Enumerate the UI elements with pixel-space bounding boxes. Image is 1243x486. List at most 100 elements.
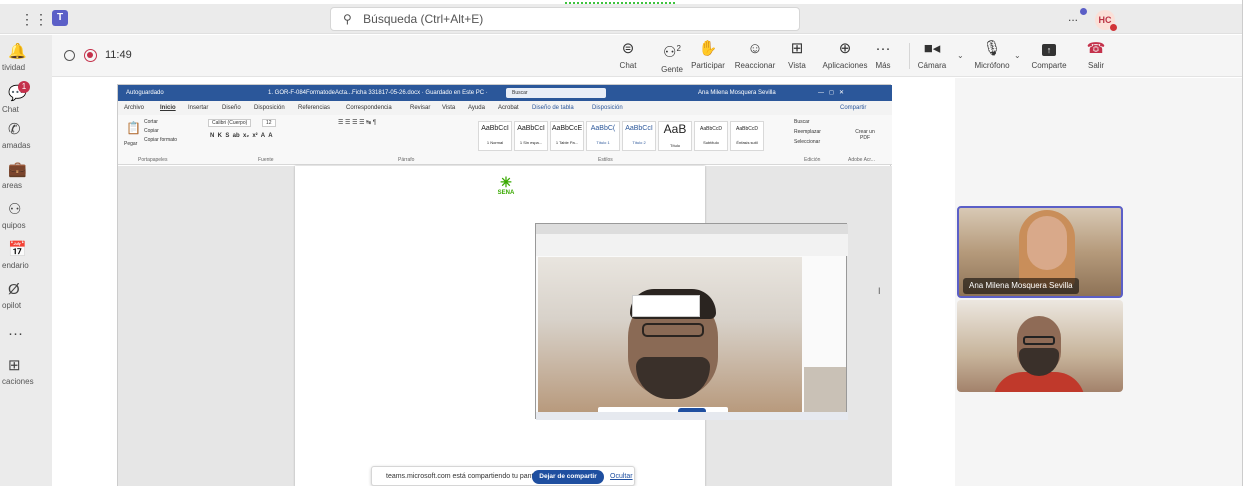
paste-icon[interactable]: 📋	[126, 121, 141, 135]
find-button[interactable]: Buscar	[794, 119, 810, 125]
rail-item-more[interactable]: ···	[0, 325, 52, 343]
share-toast-text: teams.microsoft.com está compartiendo tu…	[386, 473, 547, 480]
rail-item-chat[interactable]: 💬 1 Chat	[0, 81, 52, 115]
menu-insertar[interactable]: Insertar	[188, 101, 208, 115]
cut-label[interactable]: Cortar	[144, 119, 158, 125]
participant-beard	[636, 357, 710, 399]
style-titulo[interactable]: AaB Título	[658, 121, 692, 151]
group-adobe: Adobe Acr...	[848, 157, 875, 163]
leave-button[interactable]: ☎ Salir	[1075, 39, 1117, 70]
meeting-timer: 11:49	[105, 49, 132, 61]
camera-options-chevron-icon[interactable]: ⌄	[957, 51, 964, 60]
word-title-bar: Autoguardado 1. GOR-F-084FormatodeActa..…	[118, 85, 892, 101]
menu-revisar[interactable]: Revisar	[410, 101, 430, 115]
word-user-name: Ana Milena Mosquera Sevilla	[698, 90, 776, 96]
rail-item-activity[interactable]: 🔔 tividad	[0, 43, 52, 73]
rail-item-tasks[interactable]: 💼 areas	[0, 161, 52, 191]
style-table-pa[interactable]: AaBbCcE 1 Table Pa...	[550, 121, 584, 151]
replace-button[interactable]: Reemplazar	[794, 129, 821, 135]
compartir-button[interactable]: Compartir	[840, 101, 866, 115]
hang-up-icon: ☎	[1086, 40, 1106, 57]
screen-share-toast: teams.microsoft.com está compartiendo tu…	[371, 466, 635, 486]
style-sin-espacio[interactable]: AaBbCcI 1 Sin espa...	[514, 121, 548, 151]
participant-tile-1[interactable]: Ana Milena Mosquera Sevilla	[957, 206, 1123, 298]
participant-name: Ana Milena Mosquera Sevilla	[963, 278, 1079, 294]
stop-sharing-button[interactable]: Dejar de compartir	[532, 470, 604, 484]
rail-item-calendar[interactable]: 📅 endario	[0, 241, 52, 271]
style-titulo-2[interactable]: AaBbCcI Título 2	[622, 121, 656, 151]
people-count: 2	[676, 44, 681, 53]
menu-diseno-tabla[interactable]: Diseño de tabla	[532, 101, 574, 115]
rail-item-calls[interactable]: ✆ amadas	[0, 121, 52, 151]
rail-item-teams[interactable]: ⚇ quipos	[0, 201, 52, 231]
participant-glasses	[1023, 336, 1055, 345]
menu-inicio[interactable]: Inicio	[160, 101, 176, 115]
mic-button[interactable]: 🎙 Micrófono	[967, 39, 1017, 70]
status-dot-icon	[1080, 8, 1087, 15]
status-ring-icon	[64, 50, 75, 61]
ellipsis-icon: ···	[875, 40, 891, 57]
style-titulo-1[interactable]: AaBbC(Título 1	[586, 121, 620, 151]
phone-icon: ✆	[8, 121, 21, 138]
group-clipboard: Portapapeles	[138, 157, 168, 163]
participant-tile-2[interactable]	[957, 300, 1123, 392]
font-format-buttons[interactable]: N K S ab x₂ x² A A	[210, 133, 273, 139]
search-icon: ⚲	[343, 12, 352, 26]
nested-screenshot	[535, 223, 848, 420]
meeting-toolbar: 11:49 ⊜ Chat ⚇2 Gente ✋ Participar ☺ Rea…	[52, 35, 1242, 77]
window-controls[interactable]: — ◻ ✕	[818, 85, 844, 101]
calendar-icon: 📅	[8, 241, 27, 258]
font-name-select[interactable]: Calibri (Cuerpo)	[208, 119, 252, 127]
more-button[interactable]: ··· Más	[862, 39, 904, 70]
left-rail: 🔔 tividad 💬 1 Chat ✆ amadas 💼 areas ⚇ qu…	[0, 35, 52, 486]
menu-diseno[interactable]: Diseño	[222, 101, 241, 115]
bell-icon: 🔔	[8, 43, 27, 60]
style-enfasis-sutil[interactable]: AaBbCcD Énfasis sutil	[730, 121, 764, 151]
search-input[interactable]: ⚲ Búsqueda (Ctrl+Alt+E)	[330, 7, 800, 31]
more-icon: ···	[8, 325, 23, 342]
copilot-icon: Ø	[8, 281, 20, 298]
participant-glasses	[642, 323, 704, 337]
toolbar-divider	[909, 43, 910, 69]
style-normal[interactable]: AaBbCcI 1 Normal	[478, 121, 512, 151]
react-button[interactable]: ☺ Reaccionar	[734, 39, 776, 70]
paste-label[interactable]: Pegar	[124, 141, 137, 147]
user-avatar[interactable]: HC	[1095, 10, 1117, 31]
format-painter-label[interactable]: Copiar formato	[144, 137, 177, 143]
menu-disposicion-tabla[interactable]: Disposición	[592, 101, 623, 115]
more-options-button[interactable]: ...	[1068, 10, 1078, 24]
camera-button[interactable]: ■◂ Cámara	[911, 39, 953, 70]
menu-vista[interactable]: Vista	[442, 101, 455, 115]
nested-titlebar	[536, 224, 848, 234]
nested-taskbar	[536, 412, 848, 420]
teams-icon: ⚇	[8, 201, 22, 218]
menu-ayuda[interactable]: Ayuda	[468, 101, 485, 115]
menu-archivo[interactable]: Archivo	[124, 101, 144, 115]
chat-button[interactable]: ⊜ Chat	[607, 39, 649, 70]
mic-options-chevron-icon[interactable]: ⌄	[1014, 51, 1021, 60]
menu-acrobat[interactable]: Acrobat	[498, 101, 519, 115]
word-search-input[interactable]: Buscar	[506, 88, 606, 98]
copy-label[interactable]: Copiar	[144, 128, 159, 134]
menu-referencias[interactable]: Referencias	[298, 101, 330, 115]
view-button[interactable]: ⊞ Vista	[776, 39, 818, 70]
menu-correspondencia[interactable]: Correspondencia	[346, 101, 392, 115]
raise-hand-button[interactable]: ✋ Participar	[687, 39, 729, 70]
document-page[interactable]: ✳ SENA I	[295, 166, 881, 486]
hide-toast-link[interactable]: Ocultar	[610, 473, 633, 480]
paragraph-buttons[interactable]: ☰ ☰ ☰ ☰ ↹ ¶	[338, 119, 376, 126]
chat-bubble-icon: ⊜	[621, 40, 635, 57]
share-button[interactable]: ↑ Comparte	[1024, 39, 1074, 70]
rail-item-copilot[interactable]: Ø opilot	[0, 281, 52, 311]
unread-badge: 1	[18, 81, 30, 93]
group-paragraph: Párrafo	[398, 157, 415, 163]
nested-popup	[632, 295, 700, 317]
create-pdf-button[interactable]: Crear un PDF	[850, 129, 880, 141]
menu-disposicion[interactable]: Disposición	[254, 101, 285, 115]
rail-item-apps[interactable]: ⊞ caciones	[0, 357, 52, 387]
select-button[interactable]: Seleccionar	[794, 139, 820, 145]
font-size-select[interactable]: 12	[262, 119, 276, 127]
style-subtitulo[interactable]: AaBbCcD Subtítulo	[694, 121, 728, 151]
top-bar: ⋮⋮⋮ T ⚲ Búsqueda (Ctrl+Alt+E) ... HC	[0, 4, 1242, 34]
emoji-icon: ☺	[747, 40, 763, 57]
